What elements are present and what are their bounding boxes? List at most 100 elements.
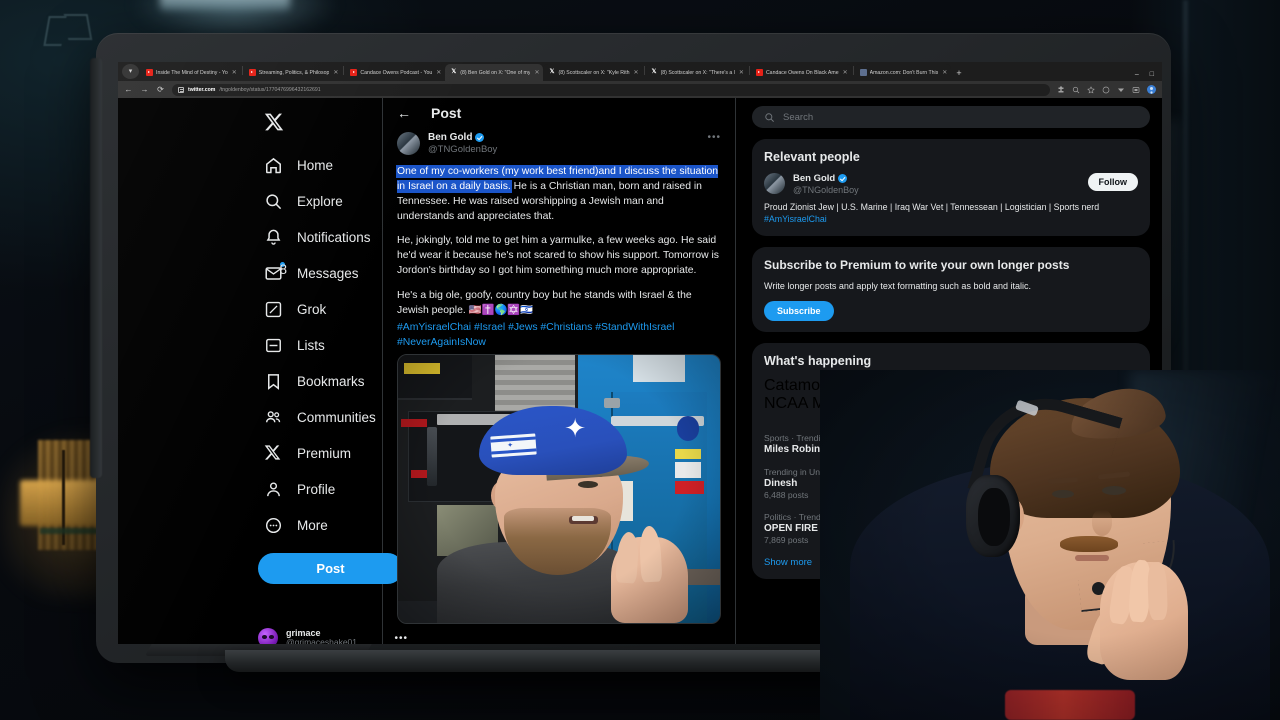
sidebar-item-more[interactable]: More bbox=[118, 507, 382, 543]
generic-icon bbox=[859, 69, 867, 76]
avatar[interactable] bbox=[764, 173, 785, 194]
page-title: Post bbox=[431, 105, 462, 121]
author-display-name[interactable]: Ben Gold bbox=[428, 132, 472, 144]
browser-tab[interactable]: 𝕏 (8) Scottscaler on X: "Kyle Rith ✕ bbox=[543, 64, 643, 81]
browser-tab[interactable]: 𝕏 (8) Scottscaler on X: "There's a l ✕ bbox=[645, 64, 748, 81]
browser-tab[interactable]: Candace Owens On Black Ame ✕ bbox=[750, 64, 852, 81]
cast-icon[interactable] bbox=[1132, 86, 1140, 94]
search-placeholder: Search bbox=[783, 111, 814, 123]
tab-divider bbox=[748, 65, 750, 75]
avatar[interactable] bbox=[397, 132, 420, 155]
more-icon[interactable]: ••• bbox=[394, 633, 408, 644]
sidebar-item-label: Profile bbox=[297, 481, 336, 497]
tab-divider bbox=[343, 65, 345, 75]
sidebar-item-profile[interactable]: Profile bbox=[118, 471, 382, 507]
hashtags-line-1[interactable]: #AmYisraelChai #Israel #Jews #Christians… bbox=[397, 320, 721, 335]
maximize-button[interactable]: □ bbox=[1150, 71, 1154, 78]
x-icon bbox=[264, 444, 283, 463]
sidebar-item-lists[interactable]: Lists bbox=[118, 327, 382, 363]
site-settings-icon[interactable] bbox=[178, 86, 184, 93]
webcam-overlay bbox=[820, 370, 1280, 720]
author-handle[interactable]: @TNGoldenBoy bbox=[428, 144, 497, 155]
sidebar-item-label: Bookmarks bbox=[297, 373, 365, 389]
minimize-button[interactable]: – bbox=[1135, 71, 1139, 78]
tweet-image[interactable]: ✦ ✦ bbox=[397, 353, 721, 624]
back-icon[interactable]: ← bbox=[397, 105, 411, 121]
reload-icon[interactable]: ⟳ bbox=[156, 85, 165, 94]
sidebar-item-bookmarks[interactable]: Bookmarks bbox=[118, 363, 382, 399]
browser-tab-active[interactable]: 𝕏 (8) Ben Gold on X: "One of my ✕ bbox=[445, 64, 544, 81]
post-column: ← Post Ben Gold @TNGoldenBoy ••• One of … bbox=[382, 98, 736, 644]
close-icon[interactable]: ✕ bbox=[942, 69, 947, 76]
search-input[interactable]: Search bbox=[752, 106, 1150, 128]
messages-badge: 8 bbox=[278, 260, 288, 277]
sidebar-item-notifications[interactable]: Notifications bbox=[118, 219, 382, 255]
url-input[interactable]: twitter.com/tngoldenboy/status/177047699… bbox=[172, 83, 1050, 96]
sidebar-item-premium[interactable]: Premium bbox=[118, 435, 382, 471]
person-handle[interactable]: @TNGoldenBoy bbox=[793, 185, 1080, 196]
mail-icon: 8 bbox=[264, 260, 287, 283]
forward-icon[interactable]: → bbox=[140, 85, 149, 94]
ceiling-light bbox=[160, 0, 290, 10]
post-button[interactable]: Post bbox=[258, 553, 403, 584]
sidebar-item-home[interactable]: Home bbox=[118, 147, 382, 183]
close-icon[interactable]: ✕ bbox=[436, 69, 441, 76]
close-icon[interactable]: ✕ bbox=[333, 69, 338, 76]
bookmark-icon bbox=[264, 372, 283, 391]
close-icon[interactable]: ✕ bbox=[232, 69, 237, 76]
browser-address-bar: ← → ⟳ twitter.com/tngoldenboy/status/177… bbox=[118, 81, 1162, 98]
sidebar-item-communities[interactable]: Communities bbox=[118, 399, 382, 435]
tab-divider bbox=[241, 65, 243, 75]
close-icon[interactable]: ✕ bbox=[843, 69, 848, 76]
account-avatar-icon[interactable] bbox=[1147, 85, 1156, 94]
communities-icon bbox=[264, 408, 283, 427]
premium-upsell-card: Subscribe to Premium to write your own l… bbox=[752, 247, 1150, 333]
person-info: Ben Gold @TNGoldenBoy bbox=[793, 173, 1080, 196]
new-tab-button[interactable]: + bbox=[951, 69, 966, 81]
sidebar-item-label: Explore bbox=[297, 193, 343, 209]
browser-tab[interactable]: Streaming, Politics, & Philosop ✕ bbox=[243, 64, 343, 81]
browser-toolbar-icons bbox=[1057, 85, 1156, 94]
person-display-name[interactable]: Ben Gold bbox=[793, 173, 835, 185]
close-icon[interactable]: ✕ bbox=[634, 69, 639, 76]
x-logo-icon[interactable] bbox=[264, 112, 284, 132]
share-icon[interactable] bbox=[1117, 86, 1125, 94]
x-sidebar: Home Explore Notifications 8 Messages Gr… bbox=[118, 98, 407, 644]
tab-divider bbox=[852, 65, 854, 75]
grok-icon bbox=[264, 300, 283, 319]
account-switcher[interactable]: grimace @grimaceshake01 ••• bbox=[258, 628, 408, 644]
x-icon: 𝕏 bbox=[651, 69, 657, 75]
tab-title: Streaming, Politics, & Philosop bbox=[258, 69, 330, 76]
sidebar-item-explore[interactable]: Explore bbox=[118, 183, 382, 219]
more-icon[interactable]: ••• bbox=[707, 132, 721, 143]
youtube-icon bbox=[755, 69, 763, 76]
sidebar-item-messages[interactable]: 8 Messages bbox=[118, 255, 382, 291]
youtube-icon bbox=[248, 69, 256, 76]
sidebar-item-label: Communities bbox=[297, 409, 376, 425]
sidebar-item-label: Grok bbox=[297, 301, 327, 317]
subscribe-button[interactable]: Subscribe bbox=[764, 301, 834, 322]
tab-title: Inside The Mind of Destiny - Yo bbox=[156, 69, 228, 76]
extensions-icon[interactable] bbox=[1057, 86, 1065, 94]
tab-divider bbox=[643, 65, 645, 75]
sidebar-item-grok[interactable]: Grok bbox=[118, 291, 382, 327]
hashtags-line-2[interactable]: #NeverAgainIsNow bbox=[397, 335, 721, 350]
relevant-people-card: Relevant people Ben Gold @TNGoldenBoy Fo… bbox=[752, 139, 1150, 237]
tab-search-icon[interactable]: ▾ bbox=[122, 64, 139, 79]
tweet-paragraph-3: He's a big ole, goofy, country boy but h… bbox=[397, 289, 692, 316]
close-icon[interactable]: ✕ bbox=[534, 69, 539, 76]
bookmark-star-icon[interactable] bbox=[1087, 85, 1095, 94]
browser-tab[interactable]: Inside The Mind of Destiny - Yo ✕ bbox=[141, 64, 241, 81]
back-icon[interactable]: ← bbox=[124, 85, 133, 94]
browser-tab[interactable]: Amazon.com: Don't Burn This ✕ bbox=[854, 64, 952, 81]
webcam-vignette bbox=[820, 370, 1280, 720]
account-handle: @grimaceshake01 bbox=[286, 637, 357, 644]
profile-circle-icon[interactable] bbox=[1102, 86, 1110, 94]
zoom-icon[interactable] bbox=[1072, 86, 1080, 94]
bio-hashtag[interactable]: #AmYisraelChai bbox=[764, 214, 827, 224]
follow-button[interactable]: Follow bbox=[1087, 173, 1138, 191]
browser-tab[interactable]: Candace Owens Podcast - You ✕ bbox=[345, 64, 446, 81]
card-title: Relevant people bbox=[764, 150, 860, 164]
close-icon[interactable]: ✕ bbox=[739, 69, 744, 76]
sidebar-item-label: Messages bbox=[297, 265, 359, 281]
